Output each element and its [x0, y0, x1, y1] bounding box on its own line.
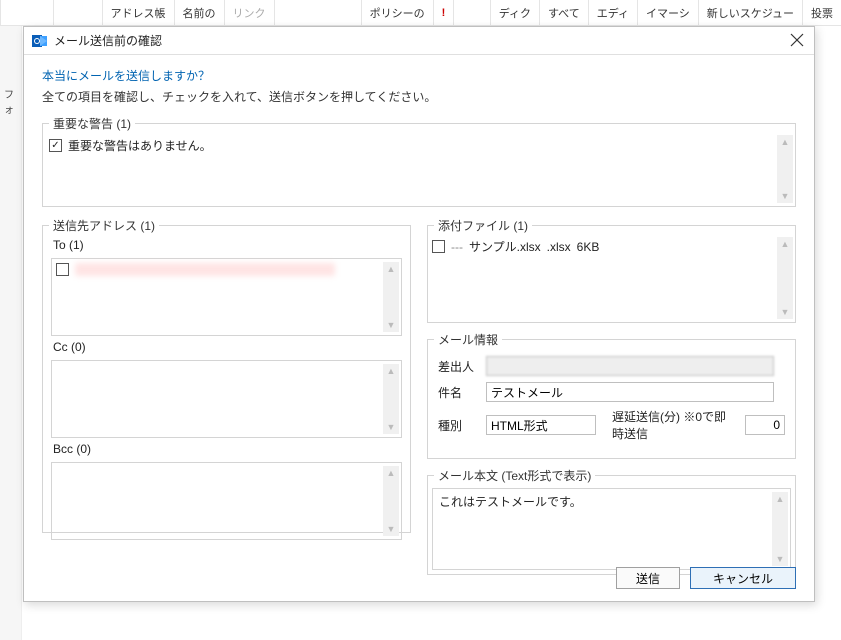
addresses-legend: 送信先アドレス (1)	[49, 217, 159, 234]
type-label: 種別	[438, 417, 478, 434]
attachment-ext: .xlsx	[547, 240, 571, 254]
outlook-icon	[32, 33, 48, 49]
mail-info-group: メール情報 差出人 件名 種別 遅延送信(分)	[427, 331, 796, 459]
attachment-checkbox[interactable]	[432, 240, 445, 253]
cc-label: Cc (0)	[51, 340, 402, 356]
to-item-checkbox[interactable]	[56, 263, 69, 276]
mail-body-group: メール本文 (Text形式で表示) これはテストメールです。 ▲▼	[427, 467, 796, 575]
attachment-dash: ---	[451, 240, 463, 254]
ribbon-background: アドレス帳 名前の リンク ポリシーの ! ディク すべて エディ イマーシ 新…	[0, 0, 841, 26]
cc-listbox: ▲▼	[51, 360, 402, 438]
attachment-size: 6KB	[577, 240, 600, 254]
warning-checkbox[interactable]	[49, 139, 62, 152]
scrollbar[interactable]: ▲▼	[772, 492, 788, 566]
delay-field[interactable]	[745, 415, 785, 435]
warning-text: 重要な警告はありません。	[68, 137, 212, 154]
dialog-titlebar: メール送信前の確認	[24, 27, 814, 55]
bcc-label: Bcc (0)	[51, 442, 402, 458]
bcc-listbox: ▲▼	[51, 462, 402, 540]
mail-body-legend: メール本文 (Text形式で表示)	[434, 467, 595, 484]
addresses-group: 送信先アドレス (1) To (1) ▲▼ Cc (0) ▲▼	[42, 217, 411, 533]
warning-item: 重要な警告はありません。	[49, 137, 773, 154]
scrollbar[interactable]: ▲▼	[383, 466, 399, 536]
scrollbar[interactable]: ▲▼	[777, 135, 793, 203]
from-label: 差出人	[438, 358, 478, 375]
to-label: To (1)	[51, 238, 402, 254]
attachments-group: 添付ファイル (1) --- サンプル.xlsx .xlsx 6KB ▲▼	[427, 217, 796, 323]
to-item	[56, 263, 379, 276]
send-button[interactable]: 送信	[616, 567, 680, 589]
cancel-button[interactable]: キャンセル	[690, 567, 796, 589]
attachment-name: サンプル.xlsx	[469, 238, 541, 255]
scrollbar[interactable]: ▲▼	[383, 364, 399, 434]
intro-instruction: 全ての項目を確認し、チェックを入れて、送信ボタンを押してください。	[42, 88, 796, 105]
type-field[interactable]	[486, 415, 596, 435]
to-listbox: ▲▼	[51, 258, 402, 336]
to-address-redacted	[75, 263, 335, 276]
warnings-legend: 重要な警告 (1)	[49, 115, 135, 132]
left-rail-background: フォ	[0, 26, 22, 640]
attachment-item: --- サンプル.xlsx .xlsx 6KB	[432, 238, 773, 255]
intro-question: 本当にメールを送信しますか？	[42, 67, 796, 84]
mail-info-legend: メール情報	[434, 331, 502, 348]
close-icon[interactable]	[790, 33, 806, 49]
mail-body-text: これはテストメールです。	[439, 495, 582, 509]
warnings-group: 重要な警告 (1) 重要な警告はありません。 ▲▼	[42, 115, 796, 207]
scrollbar[interactable]: ▲▼	[383, 262, 399, 332]
attachments-legend: 添付ファイル (1)	[434, 217, 532, 234]
mail-confirm-dialog: メール送信前の確認 本当にメールを送信しますか？ 全ての項目を確認し、チェックを…	[23, 26, 815, 602]
from-field[interactable]	[486, 356, 774, 376]
mail-body-box: これはテストメールです。 ▲▼	[432, 488, 791, 570]
subject-label: 件名	[438, 384, 478, 401]
scrollbar[interactable]: ▲▼	[777, 237, 793, 319]
dialog-title: メール送信前の確認	[54, 32, 790, 49]
delay-label: 遅延送信(分) ※0で即時送信	[612, 408, 737, 442]
subject-field[interactable]	[486, 382, 774, 402]
